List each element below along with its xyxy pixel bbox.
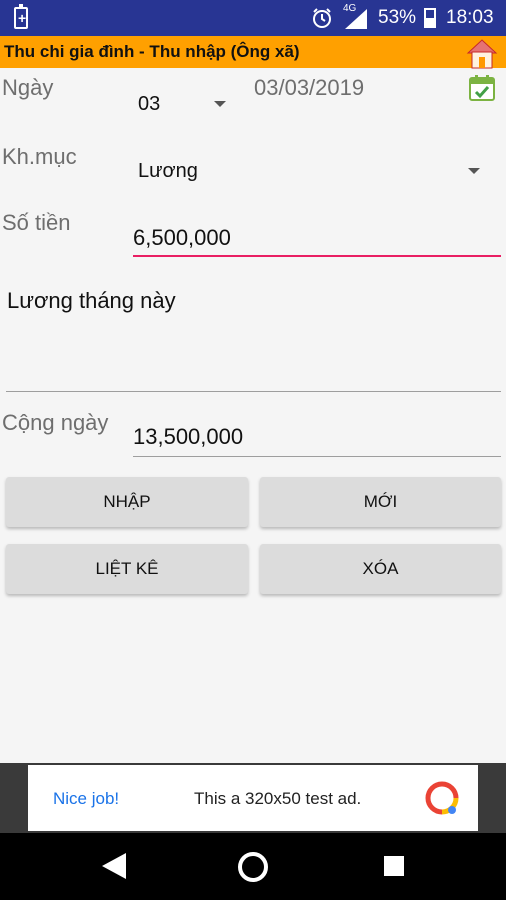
list-button[interactable]: LIỆT KÊ xyxy=(6,544,248,594)
category-spinner[interactable]: Lương xyxy=(130,155,488,187)
delete-button[interactable]: XÓA xyxy=(260,544,501,594)
battery-percent: 53% xyxy=(378,7,417,28)
ad-logo-icon xyxy=(425,781,459,815)
chevron-down-icon xyxy=(468,168,480,174)
status-bar: + 4G 53% 18:03 xyxy=(0,0,506,36)
amount-input[interactable]: 6,500,000 xyxy=(133,220,501,258)
calendar-check-icon[interactable] xyxy=(468,74,496,102)
amount-label: Số tiền xyxy=(2,210,71,235)
signal-icon xyxy=(345,9,367,29)
page-title: Thu chi gia đình - Thu nhập (Ông xã) xyxy=(4,42,300,61)
note-input[interactable]: Lương tháng này xyxy=(6,282,501,394)
chevron-down-icon xyxy=(214,101,226,107)
category-value: Lương xyxy=(138,160,198,182)
recents-square-icon[interactable] xyxy=(382,854,406,878)
battery-charging-icon: + xyxy=(14,4,28,29)
ad-banner[interactable]: Nice job! This a 320x50 test ad. xyxy=(28,765,478,831)
enter-button[interactable]: NHẬP xyxy=(6,477,248,527)
day-value: 03 xyxy=(138,93,161,115)
note-underline xyxy=(6,391,501,392)
alarm-icon xyxy=(313,8,331,28)
total-display: 13,500,000 xyxy=(133,418,501,458)
home-icon[interactable] xyxy=(465,37,499,69)
category-label: Kh.mục xyxy=(2,144,77,169)
app-titlebar: Thu chi gia đình - Thu nhập (Ông xã) xyxy=(0,36,506,69)
battery-icon xyxy=(424,8,436,28)
note-value: Lương tháng này xyxy=(7,288,176,313)
home-circle-icon[interactable] xyxy=(236,850,270,884)
amount-underline xyxy=(133,255,501,257)
ad-body: This a 320x50 test ad. xyxy=(194,789,362,808)
clock: 18:03 xyxy=(446,7,494,28)
back-icon[interactable] xyxy=(100,851,128,881)
date-display[interactable]: 03/03/2019 xyxy=(254,75,364,101)
total-label: Cộng ngày xyxy=(2,410,109,435)
total-value: 13,500,000 xyxy=(133,424,244,449)
total-underline xyxy=(133,456,501,457)
new-button[interactable]: MỚI xyxy=(260,477,501,527)
amount-value: 6,500,000 xyxy=(133,225,231,250)
date-label: Ngày xyxy=(2,75,54,100)
ad-headline: Nice job! xyxy=(53,789,120,808)
day-spinner[interactable]: 03 xyxy=(130,88,230,120)
navigation-bar xyxy=(0,833,506,900)
